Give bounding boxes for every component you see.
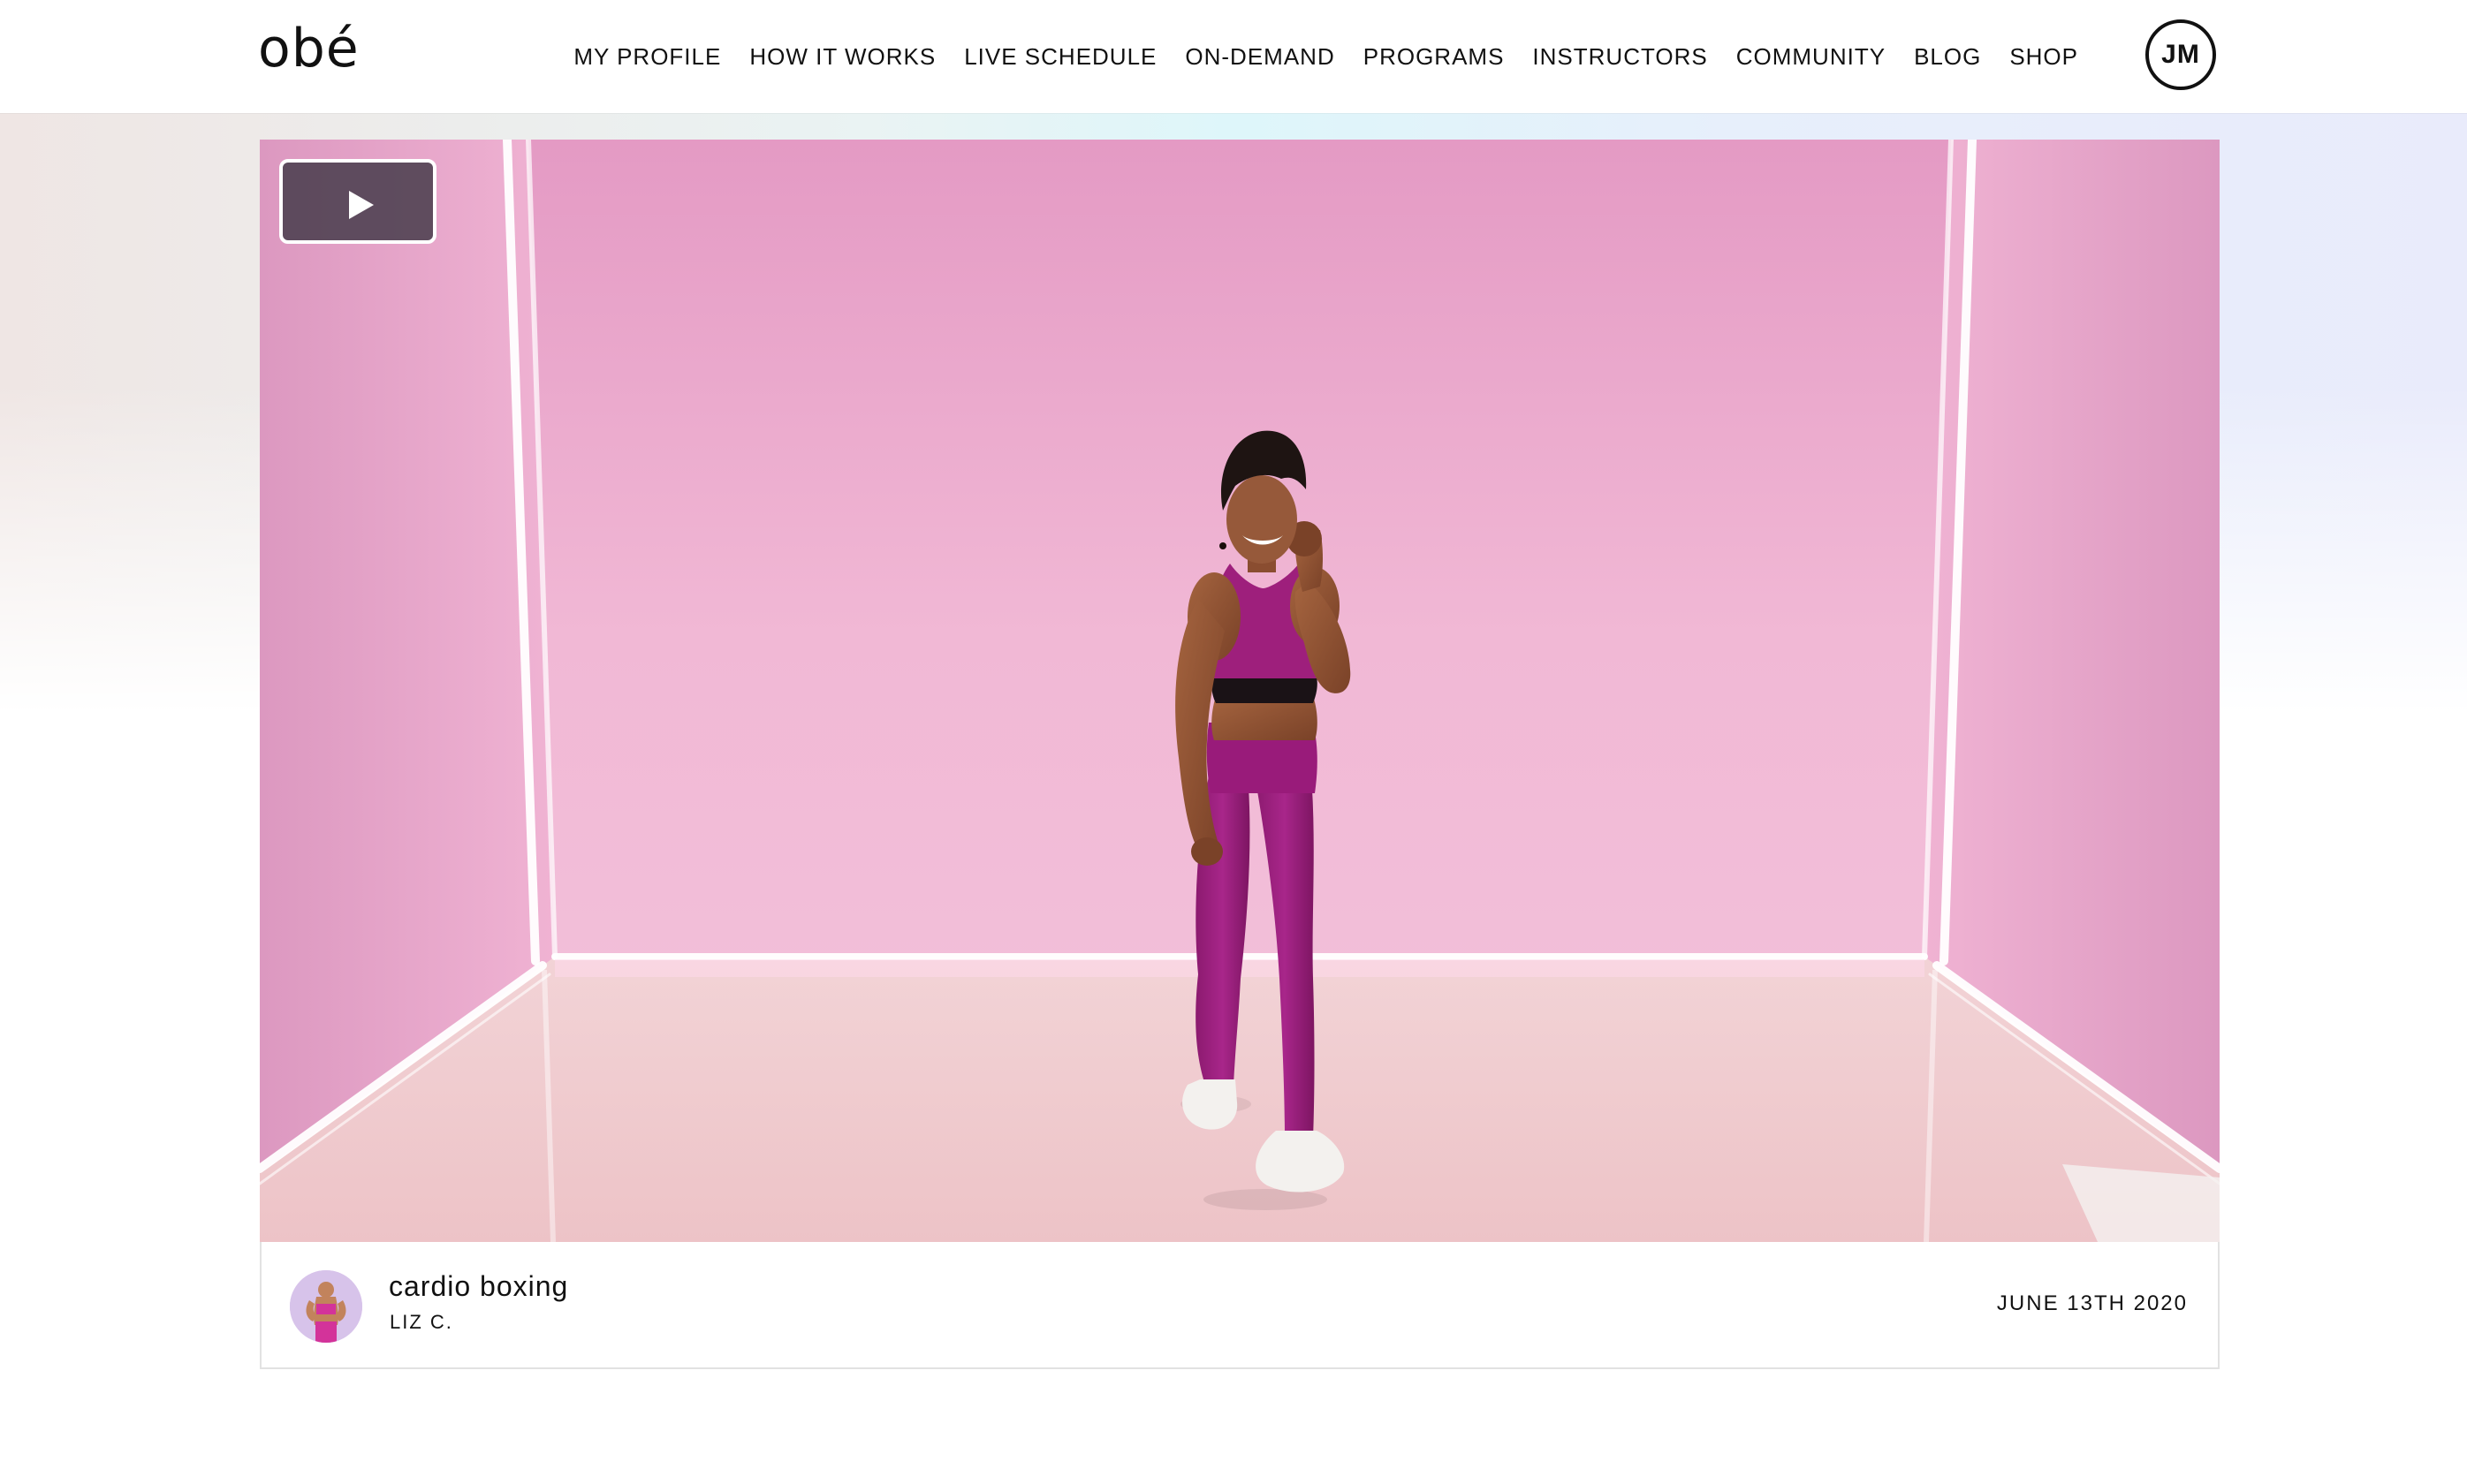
class-title[interactable]: cardio boxing <box>389 1270 568 1303</box>
class-info-card: cardio boxing LIZ C. JUNE 13TH 2020 <box>260 1242 2220 1369</box>
main-nav: MY PROFILE HOW IT WORKS LIVE SCHEDULE ON… <box>573 0 2078 113</box>
nav-blog[interactable]: BLOG <box>1914 43 1981 71</box>
site-header: obé MY PROFILE HOW IT WORKS LIVE SCHEDUL… <box>0 0 2467 113</box>
nav-on-demand[interactable]: ON-DEMAND <box>1185 43 1334 71</box>
nav-my-profile[interactable]: MY PROFILE <box>573 43 721 71</box>
play-button[interactable] <box>279 159 436 244</box>
nav-programs[interactable]: PROGRAMS <box>1363 43 1505 71</box>
play-icon <box>349 191 374 219</box>
video-frame <box>260 140 2220 1242</box>
nav-community[interactable]: COMMUNITY <box>1736 43 1886 71</box>
instructor-name[interactable]: LIZ C. <box>390 1311 453 1334</box>
class-date: JUNE 13TH 2020 <box>1996 1291 2188 1315</box>
user-avatar-button[interactable]: JM <box>2145 19 2216 90</box>
nav-shop[interactable]: SHOP <box>2009 43 2078 71</box>
instructor-avatar[interactable] <box>290 1270 362 1343</box>
nav-how-it-works[interactable]: HOW IT WORKS <box>749 43 936 71</box>
obe-logo[interactable]: obé <box>258 18 360 80</box>
nav-live-schedule[interactable]: LIVE SCHEDULE <box>964 43 1157 71</box>
video-player[interactable] <box>260 140 2220 1242</box>
nav-instructors[interactable]: INSTRUCTORS <box>1532 43 1707 71</box>
instructor-avatar-image <box>290 1270 362 1343</box>
